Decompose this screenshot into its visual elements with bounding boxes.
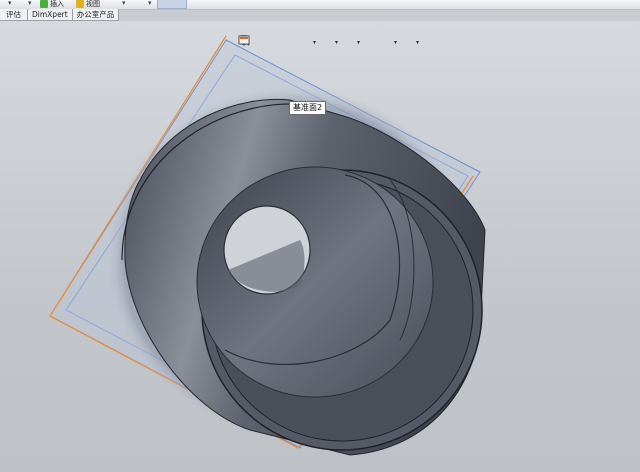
- view-settings-icon: [238, 35, 250, 45]
- view-label: 视图: [86, 0, 100, 8]
- dropdown-arrow-icon[interactable]: ▾: [8, 0, 12, 7]
- dropdown-arrow-icon[interactable]: ▾: [28, 0, 32, 7]
- dropdown-arrow-icon[interactable]: ▾: [148, 0, 152, 7]
- display-style-button[interactable]: [239, 35, 333, 49]
- datum-plane-label: 基准面2: [289, 101, 327, 115]
- command-manager-tabs: 评估 DimXpert 办公室产品: [0, 9, 120, 21]
- insert-label: 插入: [50, 0, 64, 8]
- view-orientation-button[interactable]: [239, 35, 311, 49]
- edit-appearance-button[interactable]: [239, 35, 377, 49]
- insert-menu-button[interactable]: 插入: [40, 0, 64, 8]
- chevron-down-icon[interactable]: ▾: [335, 39, 340, 46]
- section-view-button[interactable]: [239, 35, 296, 49]
- view-icon: [76, 0, 84, 8]
- heads-up-view-toolbar: ▾ ▾ ▾ ▾ ▾: [238, 34, 421, 50]
- cylinder-inner-wall: [196, 166, 434, 398]
- view-menu-button[interactable]: 视图: [76, 0, 100, 8]
- insert-icon: [40, 0, 48, 8]
- tab-evaluate[interactable]: 评估: [0, 9, 28, 20]
- model-canvas[interactable]: [0, 21, 640, 472]
- view-settings-button[interactable]: [238, 35, 414, 49]
- toolbar-selected-button[interactable]: [157, 0, 187, 9]
- dropdown-arrow-icon[interactable]: ▾: [122, 0, 126, 7]
- apply-scene-button[interactable]: [239, 35, 392, 49]
- tab-office-products[interactable]: 办公室产品: [72, 9, 120, 20]
- graphics-area[interactable]: ▾ ▾ ▾ ▾ ▾ 基准面2: [0, 21, 640, 472]
- chevron-down-icon[interactable]: ▾: [416, 39, 421, 46]
- hide-show-items-button[interactable]: [239, 36, 355, 49]
- zoom-to-area-button[interactable]: [239, 35, 266, 49]
- chevron-down-icon[interactable]: ▾: [394, 39, 399, 46]
- chevron-down-icon[interactable]: ▾: [357, 39, 362, 46]
- tab-dimxpert[interactable]: DimXpert: [28, 9, 73, 20]
- previous-view-button[interactable]: [239, 35, 281, 49]
- chevron-down-icon[interactable]: ▾: [313, 39, 318, 46]
